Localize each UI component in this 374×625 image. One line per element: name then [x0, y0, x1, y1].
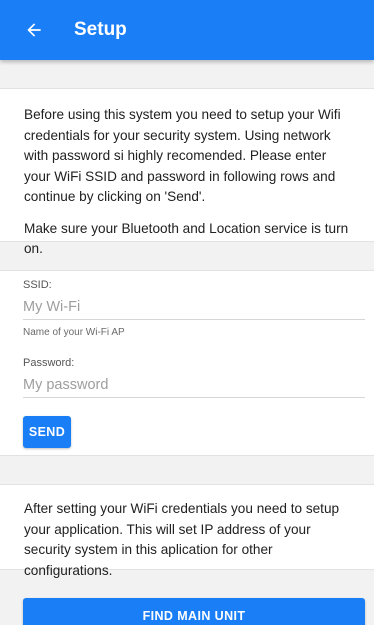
arrow-left-icon [27, 23, 41, 37]
app-setup-card: After setting your WiFi credentials you … [0, 484, 374, 578]
password-input[interactable] [23, 372, 365, 398]
ssid-label: SSID: [23, 279, 52, 291]
ssid-input[interactable] [23, 294, 365, 320]
password-label: Password: [23, 357, 75, 369]
ssid-field: SSID: Name of your Wi-Fi AP [23, 279, 365, 338]
intro-paragraph: Before using this system you need to set… [24, 107, 341, 204]
app-bar: Setup [0, 0, 374, 60]
find-main-unit-button[interactable]: FIND MAIN UNIT [23, 598, 365, 625]
app-setup-paragraph: After setting your WiFi credentials you … [24, 501, 340, 578]
password-field: Password: [23, 357, 365, 398]
ssid-helper-text: Name of your Wi-Fi AP [23, 327, 125, 338]
send-button[interactable]: SEND [23, 416, 71, 448]
bluetooth-notice: Make sure your Bluetooth and Location se… [24, 220, 349, 257]
intro-card: Before using this system you need to set… [0, 88, 374, 256]
page-title: Setup [74, 19, 127, 40]
wifi-form-card: SSID: Name of your Wi-Fi AP Password: SE… [0, 270, 374, 456]
setup-content[interactable]: Before using this system you need to set… [0, 60, 374, 625]
back-button[interactable] [8, 0, 60, 60]
